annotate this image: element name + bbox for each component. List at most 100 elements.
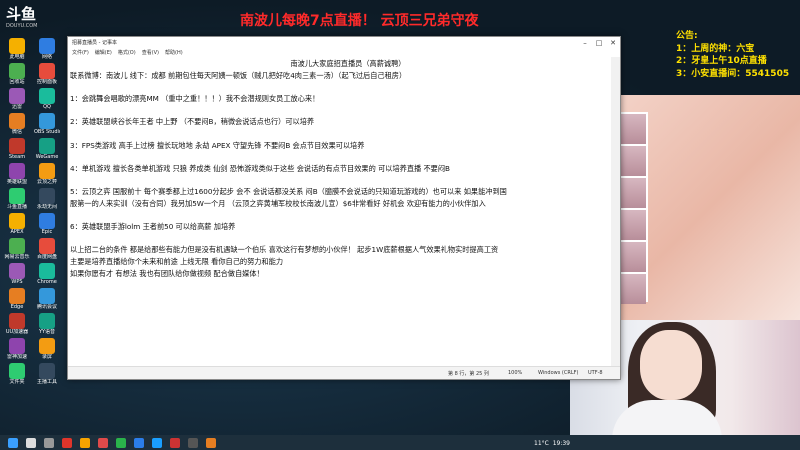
desktop-icon-label: 雷神加速	[6, 354, 27, 360]
desktop-icon-label: 百度网盘	[36, 254, 57, 260]
app-icon	[39, 188, 55, 204]
desktop-icon[interactable]: 斗鱼直播	[4, 188, 30, 210]
vertical-scrollbar[interactable]	[611, 57, 620, 366]
task-view-icon[interactable]	[44, 437, 54, 448]
desktop-icon[interactable]: 网易云音乐	[4, 238, 30, 260]
app-icon[interactable]	[62, 437, 72, 448]
desktop-icon-label: Epic	[41, 229, 53, 235]
app-icon	[39, 113, 55, 129]
text-line: 4：单机游戏 擅长各类单机游戏 只狼 养成类 仙剑 恐怖游戏类似于这些 会说话的…	[70, 164, 450, 173]
desktop-icon[interactable]: 雷神加速	[4, 338, 30, 360]
desktop-icon-label: YY语音	[38, 329, 56, 335]
desktop-icon-label: Steam	[8, 154, 26, 160]
desktop-icon[interactable]: 网络	[34, 38, 60, 60]
desktop-icon[interactable]: 回收站	[4, 63, 30, 85]
minimize-icon[interactable]: –	[578, 39, 592, 47]
maximize-icon[interactable]: □	[592, 39, 606, 47]
clock: 19:39	[552, 440, 570, 447]
notice-panel: 公告: 1：上周的神：六宝 2：牙皇上午10点直播 3：小安直播间：554150…	[676, 30, 789, 80]
menu-format[interactable]: 格式(O)	[118, 49, 136, 56]
search-icon[interactable]	[26, 437, 36, 448]
desktop-icon[interactable]: WeGame	[34, 138, 60, 160]
app-icon	[39, 313, 55, 329]
app-icon	[9, 188, 25, 204]
system-tray: 11°C 19:39	[534, 440, 570, 447]
desktop-icon[interactable]: 永劫无间	[34, 188, 60, 210]
line-ending: Windows (CRLF)	[538, 370, 579, 376]
start-icon[interactable]	[8, 437, 18, 448]
app-icon[interactable]	[170, 437, 180, 448]
desktop-icon[interactable]: Epic	[34, 213, 60, 235]
menu-file[interactable]: 文件(F)	[72, 49, 89, 56]
desktop-icon-label: 迅雷	[11, 104, 22, 110]
desktop-icon[interactable]: Edge	[4, 288, 30, 310]
app-icon	[9, 363, 25, 379]
thumbnail-strip	[618, 112, 648, 304]
desktop-icon[interactable]: YY语音	[34, 313, 60, 335]
encoding: UTF-8	[588, 370, 603, 376]
app-icon	[9, 163, 25, 179]
app-icon	[9, 113, 25, 129]
desktop-icon[interactable]: Chrome	[34, 263, 60, 285]
desktop-icon[interactable]: 英雄联盟	[4, 163, 30, 185]
app-icon	[9, 63, 25, 79]
desktop-icon-label: 云顶之弈	[36, 179, 57, 185]
app-icon[interactable]	[98, 437, 108, 448]
app-icon	[39, 63, 55, 79]
desktop-icon[interactable]: 主播工具	[34, 363, 60, 385]
app-icon	[39, 138, 55, 154]
desktop-icon-label: 此电脑	[9, 54, 25, 60]
desktop-icon[interactable]: QQ	[34, 88, 60, 110]
app-icon	[9, 313, 25, 329]
text-area[interactable]: 南波儿大家庭招直播员（高薪诚聘） 联系微博：南波儿 线下：成都 前期包住每天阿姨…	[68, 57, 619, 366]
menu-bar: 文件(F) 编辑(E) 格式(O) 查看(V) 帮助(H)	[68, 48, 620, 57]
desktop-icon-label: 录屏	[41, 354, 52, 360]
app-icon[interactable]	[152, 437, 162, 448]
text-line: 1：会跳舞会唱歌的漂亮MM （重中之重！！！）我不会潜规则女员工放心来！	[70, 94, 320, 103]
desktop-icon[interactable]: 百度网盘	[34, 238, 60, 260]
desktop-icon-label: UU加速器	[5, 329, 29, 335]
window-titlebar[interactable]: 招募直播员 - 记事本 – □ ✕	[68, 37, 620, 48]
desktop-icon[interactable]: UU加速器	[4, 313, 30, 335]
desktop-icon[interactable]: WPS	[4, 263, 30, 285]
app-icon	[9, 38, 25, 54]
app-icon	[9, 238, 25, 254]
streamer-face	[640, 330, 702, 400]
weather: 11°C	[534, 440, 549, 447]
app-icon[interactable]	[116, 437, 126, 448]
desktop-icon[interactable]: 录屏	[34, 338, 60, 360]
desktop-icon-label: 腾讯会议	[36, 304, 57, 310]
desktop-icon[interactable]: 控制面板	[34, 63, 60, 85]
menu-help[interactable]: 帮助(H)	[165, 49, 183, 56]
desktop-icon-label: 永劫无间	[36, 204, 57, 210]
desktop-icon[interactable]: 云顶之弈	[34, 163, 60, 185]
app-icon[interactable]	[134, 437, 144, 448]
text-line: 3：FPS类游戏 高手上过榜 擅长玩地地 永劫 APEX 守望先锋 不要闷B 会…	[70, 141, 365, 150]
desktop-icon[interactable]: 微信	[4, 113, 30, 135]
app-icon	[39, 288, 55, 304]
desktop-icon[interactable]: 文件夹	[4, 363, 30, 385]
close-icon[interactable]: ✕	[606, 39, 620, 47]
app-icon	[9, 263, 25, 279]
text-line: 如果你愿有才 有想法 我也有团队给你做视频 配合做自媒体！	[70, 269, 264, 278]
app-icon	[39, 163, 55, 179]
desktop-icon[interactable]: OBS Studio	[34, 113, 60, 135]
app-icon	[39, 38, 55, 54]
desktop-icon[interactable]: 此电脑	[4, 38, 30, 60]
notice-line-3: 3：小安直播间：5541505	[676, 68, 790, 79]
desktop-icon[interactable]: 迅雷	[4, 88, 30, 110]
desktop-icon-label: WPS	[11, 279, 23, 285]
desktop-icon[interactable]: 腾讯会议	[34, 288, 60, 310]
app-icon[interactable]	[206, 437, 216, 448]
app-icon[interactable]	[188, 437, 198, 448]
desktop-icon[interactable]: APEX	[4, 213, 30, 235]
menu-edit[interactable]: 编辑(E)	[95, 49, 112, 56]
app-icon[interactable]	[80, 437, 90, 448]
text-line: 联系微博：南波儿 线下：成都 前期包住每天阿姨一顿饭（贼几把好吃4肉三素一汤）（…	[70, 71, 407, 80]
app-icon	[9, 88, 25, 104]
desktop-icon-label: 英雄联盟	[6, 179, 27, 185]
notepad-window[interactable]: 招募直播员 - 记事本 – □ ✕ 文件(F) 编辑(E) 格式(O) 查看(V…	[67, 36, 621, 380]
desktop-icon[interactable]: Steam	[4, 138, 30, 160]
menu-view[interactable]: 查看(V)	[142, 49, 159, 56]
app-icon	[39, 88, 55, 104]
